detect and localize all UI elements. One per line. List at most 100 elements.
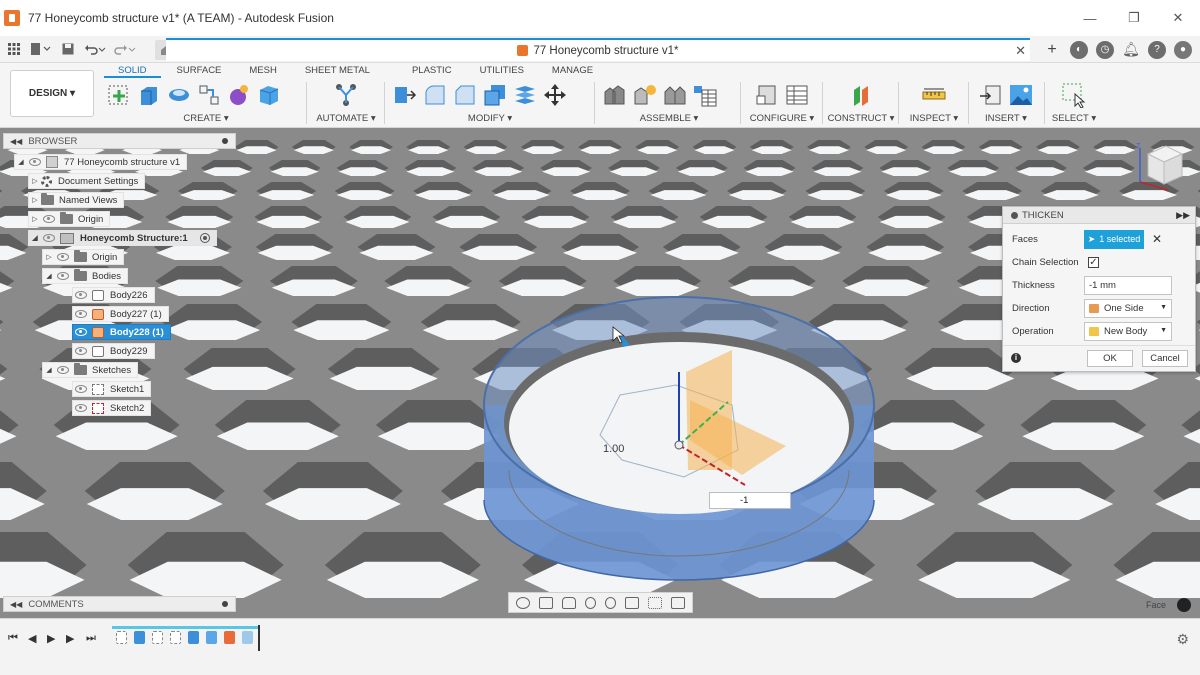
tree-body228[interactable]: Body228 (1) xyxy=(72,324,171,340)
extensions-icon[interactable]: ◐ xyxy=(1070,40,1088,59)
tab-surface[interactable]: SURFACE xyxy=(163,64,236,78)
revolve-icon[interactable] xyxy=(166,82,192,108)
dialog-pin-icon[interactable] xyxy=(1011,211,1018,219)
workspace-switcher[interactable]: DESIGN ▾ xyxy=(10,70,94,117)
visibility-eye-icon[interactable] xyxy=(73,309,89,319)
group-inspect-label[interactable]: INSPECT ▾ xyxy=(904,113,964,124)
expand-arrow-icon[interactable]: ◢ xyxy=(43,272,55,280)
viewports-icon[interactable] xyxy=(670,596,685,609)
tab-plastic[interactable]: PLASTIC xyxy=(384,64,466,78)
tree-root[interactable]: ◢ 77 Honeycomb structure v1 xyxy=(14,154,188,170)
visibility-eye-icon[interactable] xyxy=(73,290,89,300)
create-form-icon[interactable] xyxy=(226,82,252,108)
press-pull-icon[interactable] xyxy=(392,82,418,108)
combine-icon[interactable] xyxy=(512,82,538,108)
go-to-end-icon[interactable]: ⏭ xyxy=(86,632,96,645)
timeline-extrude-feature[interactable] xyxy=(134,631,145,644)
timeline-pattern-feature[interactable] xyxy=(224,631,235,644)
step-forward-icon[interactable]: ▶ xyxy=(66,632,74,645)
automate-icon[interactable] xyxy=(333,82,359,108)
orbit-icon[interactable] xyxy=(516,596,531,609)
visibility-eye-icon[interactable] xyxy=(73,346,89,356)
look-at-icon[interactable] xyxy=(539,596,554,609)
configure-icon[interactable] xyxy=(754,82,780,108)
tree-component[interactable]: ◢ Honeycomb Structure:1 xyxy=(28,230,217,246)
faces-selection-button[interactable]: ➤ 1 selected xyxy=(1084,229,1144,249)
step-back-icon[interactable]: ◀ xyxy=(28,632,36,645)
expand-arrow-icon[interactable]: ◢ xyxy=(43,366,55,374)
chamfer-icon[interactable] xyxy=(452,82,478,108)
pan-hand-icon[interactable] xyxy=(562,596,577,609)
select-icon[interactable] xyxy=(1061,82,1087,108)
tree-sketch2[interactable]: Sketch2 xyxy=(72,400,152,416)
timeline-combine-feature[interactable] xyxy=(206,631,217,644)
group-select-label[interactable]: SELECT ▾ xyxy=(1048,113,1100,124)
expand-arrow-icon[interactable]: ▷ xyxy=(43,253,55,261)
group-modify-label[interactable]: MODIFY ▾ xyxy=(392,113,588,124)
design-viewport[interactable]: 1.00 -1 xyxy=(0,128,1200,618)
group-construct-label[interactable]: CONSTRUCT ▾ xyxy=(826,113,896,124)
insert-derive-icon[interactable] xyxy=(978,82,1004,108)
zoom-window-icon[interactable] xyxy=(604,596,616,609)
help-icon[interactable]: ? xyxy=(1148,40,1166,59)
tree-origin[interactable]: ▷ Origin xyxy=(28,211,111,227)
pin-icon[interactable] xyxy=(222,138,228,144)
pin-icon[interactable] xyxy=(222,601,228,607)
minimize-button[interactable]: — xyxy=(1068,0,1112,36)
joint-icon[interactable] xyxy=(632,82,658,108)
timeline-track[interactable] xyxy=(112,626,262,650)
fillet-icon[interactable] xyxy=(422,82,448,108)
thicken-dialog-header[interactable]: THICKEN ▶▶ xyxy=(1003,207,1195,224)
info-icon[interactable]: i xyxy=(1011,353,1021,363)
selected-ring[interactable] xyxy=(483,296,875,581)
ok-button[interactable]: OK xyxy=(1087,350,1133,367)
expand-arrow-icon[interactable]: ▷ xyxy=(29,177,41,185)
direction-dropdown[interactable]: One Side ▼ xyxy=(1084,298,1172,318)
tab-utilities[interactable]: UTILITIES xyxy=(466,64,538,78)
redo-icon[interactable] xyxy=(110,38,140,60)
extrude-icon[interactable] xyxy=(136,82,162,108)
tree-document-settings[interactable]: ▷ Document Settings xyxy=(28,173,146,189)
timeline-sketch-feature[interactable] xyxy=(116,631,127,644)
bill-of-materials-icon[interactable] xyxy=(692,82,718,108)
timeline-extrude-feature[interactable] xyxy=(188,631,199,644)
apps-grid-icon[interactable] xyxy=(2,38,26,60)
tab-manage[interactable]: MANAGE xyxy=(538,64,607,78)
insert-canvas-icon[interactable] xyxy=(1008,82,1034,108)
timeline-thicken-feature[interactable] xyxy=(242,631,253,644)
group-configure-label[interactable]: CONFIGURE ▾ xyxy=(746,113,818,124)
tree-component-origin[interactable]: ▷ Origin xyxy=(42,249,125,265)
new-component-icon[interactable] xyxy=(602,82,628,108)
group-create-label[interactable]: CREATE ▾ xyxy=(106,113,306,124)
visibility-eye-icon[interactable] xyxy=(73,327,89,337)
undo-icon[interactable] xyxy=(80,38,110,60)
notifications-icon[interactable]: 🔔︎ xyxy=(1122,41,1140,59)
browser-panel-header[interactable]: ◀◀ BROWSER xyxy=(3,133,236,149)
tree-sketches[interactable]: ◢ Sketches xyxy=(42,362,139,378)
profile-icon[interactable]: ● xyxy=(1174,40,1192,59)
visibility-eye-icon[interactable] xyxy=(55,271,71,281)
tab-mesh[interactable]: MESH xyxy=(235,64,290,78)
visibility-eye-icon[interactable] xyxy=(73,384,89,394)
save-icon[interactable] xyxy=(56,38,80,60)
tree-bodies[interactable]: ◢ Bodies xyxy=(42,268,129,284)
operation-dropdown[interactable]: New Body ▼ xyxy=(1084,321,1172,341)
shell-icon[interactable] xyxy=(482,82,508,108)
collapse-icon[interactable]: ◀◀ xyxy=(10,600,22,609)
go-to-start-icon[interactable]: ⏮ xyxy=(8,632,18,645)
new-tab-icon[interactable]: + xyxy=(1042,40,1062,60)
configuration-table-icon[interactable] xyxy=(784,82,810,108)
visibility-eye-icon[interactable] xyxy=(55,365,71,375)
visibility-eye-icon[interactable] xyxy=(55,252,71,262)
group-assemble-label[interactable]: ASSEMBLE ▾ xyxy=(602,113,736,124)
tree-body227[interactable]: Body227 (1) xyxy=(72,306,169,322)
comments-panel-header[interactable]: ◀◀ COMMENTS xyxy=(3,596,236,612)
tree-body229[interactable]: Body229 xyxy=(72,343,155,359)
expand-dialog-icon[interactable]: ▶▶ xyxy=(1176,210,1190,221)
cancel-button[interactable]: Cancel xyxy=(1142,350,1188,367)
timeline-sketch-feature[interactable] xyxy=(152,631,163,644)
timeline-settings-gear-icon[interactable]: ⚙ xyxy=(1176,631,1189,648)
timeline-sketch-feature[interactable] xyxy=(170,631,181,644)
measure-icon[interactable] xyxy=(921,82,947,108)
as-built-joint-icon[interactable] xyxy=(662,82,688,108)
